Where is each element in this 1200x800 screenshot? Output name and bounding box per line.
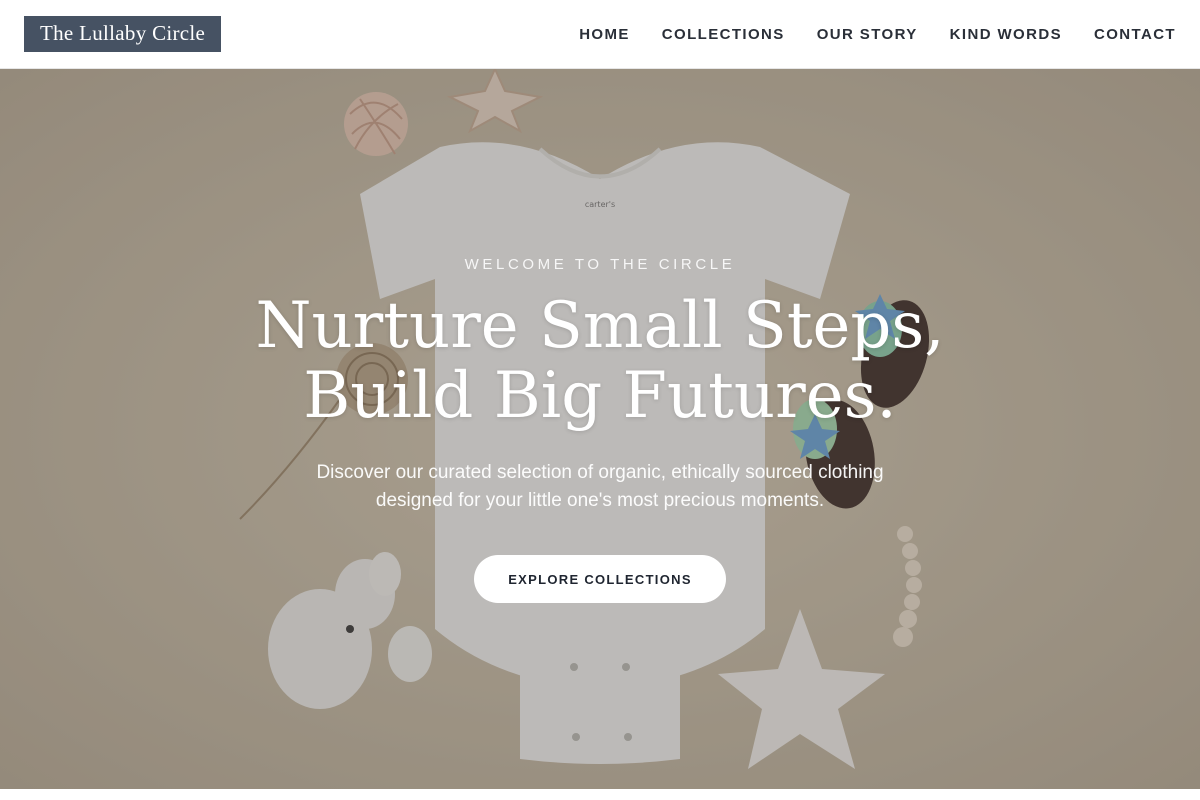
bottom-strip	[0, 789, 1200, 800]
hero-headline-line-2: Build Big Futures.	[303, 359, 897, 433]
hero-headline-line-1: Nurture Small Steps,	[255, 289, 945, 363]
hero-content: WELCOME TO THE CIRCLE Nurture Small Step…	[0, 69, 1200, 789]
hero-subtext-line-1: Discover our curated selection of organi…	[316, 462, 884, 483]
nav-kind-words[interactable]: KIND WORDS	[950, 26, 1062, 43]
nav-collections[interactable]: COLLECTIONS	[662, 26, 785, 43]
explore-collections-button[interactable]: EXPLORE COLLECTIONS	[474, 555, 726, 603]
main-nav: HOME COLLECTIONS OUR STORY KIND WORDS CO…	[547, 26, 1176, 43]
hero-subtext: Discover our curated selection of organi…	[280, 459, 920, 515]
site-header: The Lullaby Circle HOME COLLECTIONS OUR …	[0, 0, 1200, 69]
nav-contact[interactable]: CONTACT	[1094, 26, 1176, 43]
hero-headline: Nurture Small Steps, Build Big Futures.	[0, 291, 1200, 431]
nav-our-story[interactable]: OUR STORY	[817, 26, 918, 43]
site-logo[interactable]: The Lullaby Circle	[24, 16, 222, 52]
hero-eyebrow: WELCOME TO THE CIRCLE	[464, 256, 736, 273]
hero-subtext-line-2: designed for your little one's most prec…	[375, 490, 825, 511]
nav-home[interactable]: HOME	[579, 26, 630, 43]
hero-section: carter's WELCOME TO THE CIRCLE Nurture S…	[0, 69, 1200, 789]
